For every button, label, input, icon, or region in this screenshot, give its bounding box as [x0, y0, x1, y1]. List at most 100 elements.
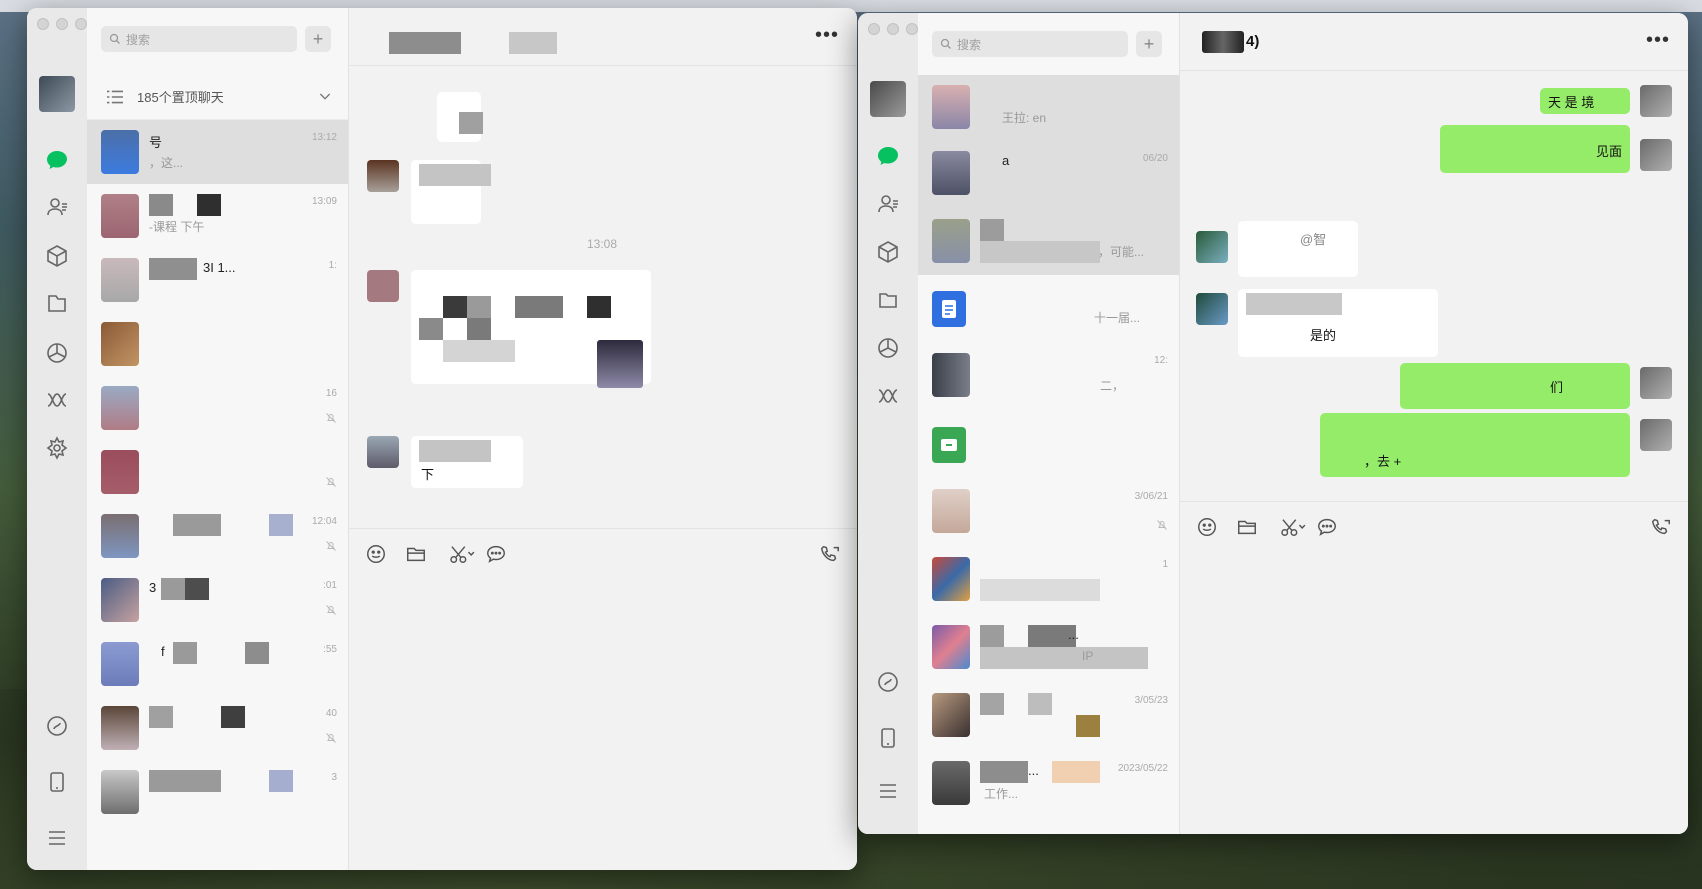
menu-icon[interactable] [42, 823, 72, 853]
pinned-chats-bar[interactable]: 185个置顶聊天 [87, 74, 348, 120]
chat-avatar [932, 219, 970, 263]
message-avatar [1640, 85, 1672, 117]
chat-list-item[interactable]: 号 ，这... 13:12 [87, 120, 348, 184]
add-button[interactable]: + [305, 26, 331, 52]
miniprogram-link-icon[interactable] [42, 711, 72, 741]
user-avatar[interactable] [39, 76, 75, 112]
message-image[interactable] [597, 340, 643, 388]
message-bubble: 见面 [1440, 125, 1630, 173]
chat-preview: ，这... [149, 156, 184, 170]
wechat-window-right: 搜索 + 王拉: en a 06/20 ，可能... 十一届... 二， 12:… [858, 13, 1688, 834]
moments-icon[interactable] [42, 338, 72, 368]
chat-avatar [101, 770, 139, 814]
chat-list-item[interactable]: 王拉: en [918, 75, 1179, 141]
miniprogram-link-icon[interactable] [873, 667, 903, 697]
chat-list-item[interactable]: 3I 1... 1: [87, 248, 348, 312]
chevron-down-icon[interactable] [317, 88, 333, 104]
user-avatar[interactable] [870, 81, 906, 117]
chat-list-item[interactable]: 二， 12: [918, 343, 1179, 411]
chat-list: 搜索 + 185个置顶聊天 号 ，这... 13:12 -课程 下午 13:09 [87, 8, 349, 870]
more-options-button[interactable]: ••• [815, 24, 839, 47]
zoom-window-button[interactable] [75, 18, 87, 30]
message-avatar [367, 160, 399, 192]
files-icon[interactable] [42, 289, 72, 319]
chat-list-item[interactable]: 十一届... [918, 275, 1179, 343]
menu-icon[interactable] [873, 776, 903, 806]
chat-time: 13:09 [311, 196, 337, 207]
chat-list-item[interactable]: 16 [87, 376, 348, 440]
phone-icon[interactable] [873, 723, 903, 753]
chat-avatar [101, 450, 139, 494]
chat-avatar [101, 386, 139, 430]
chat-bubble-icon[interactable] [485, 543, 507, 565]
mini-programs-icon[interactable] [42, 433, 72, 463]
chat-list-item[interactable]: 3/06/21 [918, 479, 1179, 547]
minimize-window-button[interactable] [56, 18, 68, 30]
close-window-button[interactable] [868, 23, 880, 35]
chat-time: 3 [331, 772, 337, 783]
chat-preview: 工作... [984, 787, 1019, 801]
favorites-icon[interactable] [873, 237, 903, 267]
chat-list-item[interactable]: -课程 下午 13:09 [87, 184, 348, 248]
chat-list-item[interactable] [87, 312, 348, 376]
zoom-window-button[interactable] [906, 23, 918, 35]
chat-avatar [101, 578, 139, 622]
chat-avatar [101, 706, 139, 750]
chat-list-item[interactable]: a 06/20 [918, 141, 1179, 209]
message-avatar [1196, 231, 1228, 263]
folder-icon[interactable] [1236, 516, 1258, 538]
conversation-pane: ••• 13:08 下 [349, 8, 857, 870]
chat-list-item[interactable]: 40 [87, 696, 348, 760]
mute-bell-icon [326, 477, 336, 487]
conversation-title: 4) [1246, 33, 1260, 50]
channels-icon[interactable] [42, 385, 72, 415]
chat-list-item[interactable] [918, 411, 1179, 479]
minimize-window-button[interactable] [887, 23, 899, 35]
chat-avatar [932, 151, 970, 195]
folder-icon[interactable] [405, 543, 427, 565]
chat-icon[interactable] [873, 141, 903, 171]
search-input[interactable]: 搜索 [932, 31, 1128, 57]
add-button[interactable]: + [1136, 31, 1162, 57]
files-icon[interactable] [873, 285, 903, 315]
chat-list-item[interactable] [87, 440, 348, 504]
chat-list-item[interactable]: ... 工作... 2023/05/22 [918, 751, 1179, 819]
contacts-icon[interactable] [42, 192, 72, 222]
chat-list-item[interactable]: 1 [918, 547, 1179, 615]
video-call-icon[interactable] [819, 543, 841, 565]
chat-name: f [161, 644, 165, 659]
scissors-icon[interactable] [1276, 516, 1310, 538]
chat-list-item[interactable]: 3/05/23 [918, 683, 1179, 751]
video-call-icon[interactable] [1650, 516, 1672, 538]
favorites-icon[interactable] [42, 241, 72, 271]
channels-icon[interactable] [873, 381, 903, 411]
group-avatar [932, 625, 970, 669]
search-icon [940, 38, 951, 49]
chat-bubble-icon[interactable] [1316, 516, 1338, 538]
chat-list-item[interactable]: f :55 [87, 632, 348, 696]
chat-preview: -课程 下午 [149, 220, 205, 234]
list-icon [107, 90, 123, 103]
chat-list-item[interactable]: 12:04 [87, 504, 348, 568]
message-bubble: 天 是 境 [1540, 88, 1630, 114]
more-options-button[interactable]: ••• [1646, 29, 1670, 52]
emoji-icon[interactable] [1196, 516, 1218, 538]
contacts-icon[interactable] [873, 189, 903, 219]
chat-list-item[interactable]: ... IP [918, 615, 1179, 683]
chat-time: :01 [323, 580, 337, 591]
search-input[interactable]: 搜索 [101, 26, 297, 52]
chat-list-item[interactable]: ，可能... [918, 209, 1179, 275]
phone-icon[interactable] [42, 767, 72, 797]
message-image[interactable] [437, 92, 483, 142]
emoji-icon[interactable] [365, 543, 387, 565]
chat-time: 06/20 [1142, 153, 1168, 164]
chat-icon[interactable] [42, 145, 72, 175]
moments-icon[interactable] [873, 333, 903, 363]
chat-list-item[interactable]: 3 :01 [87, 568, 348, 632]
message-bubble [411, 160, 491, 224]
message-text: 下 [421, 467, 435, 482]
close-window-button[interactable] [37, 18, 49, 30]
chat-list-item[interactable]: 3 [87, 760, 348, 824]
input-toolbar [349, 528, 857, 578]
scissors-icon[interactable] [445, 543, 479, 565]
